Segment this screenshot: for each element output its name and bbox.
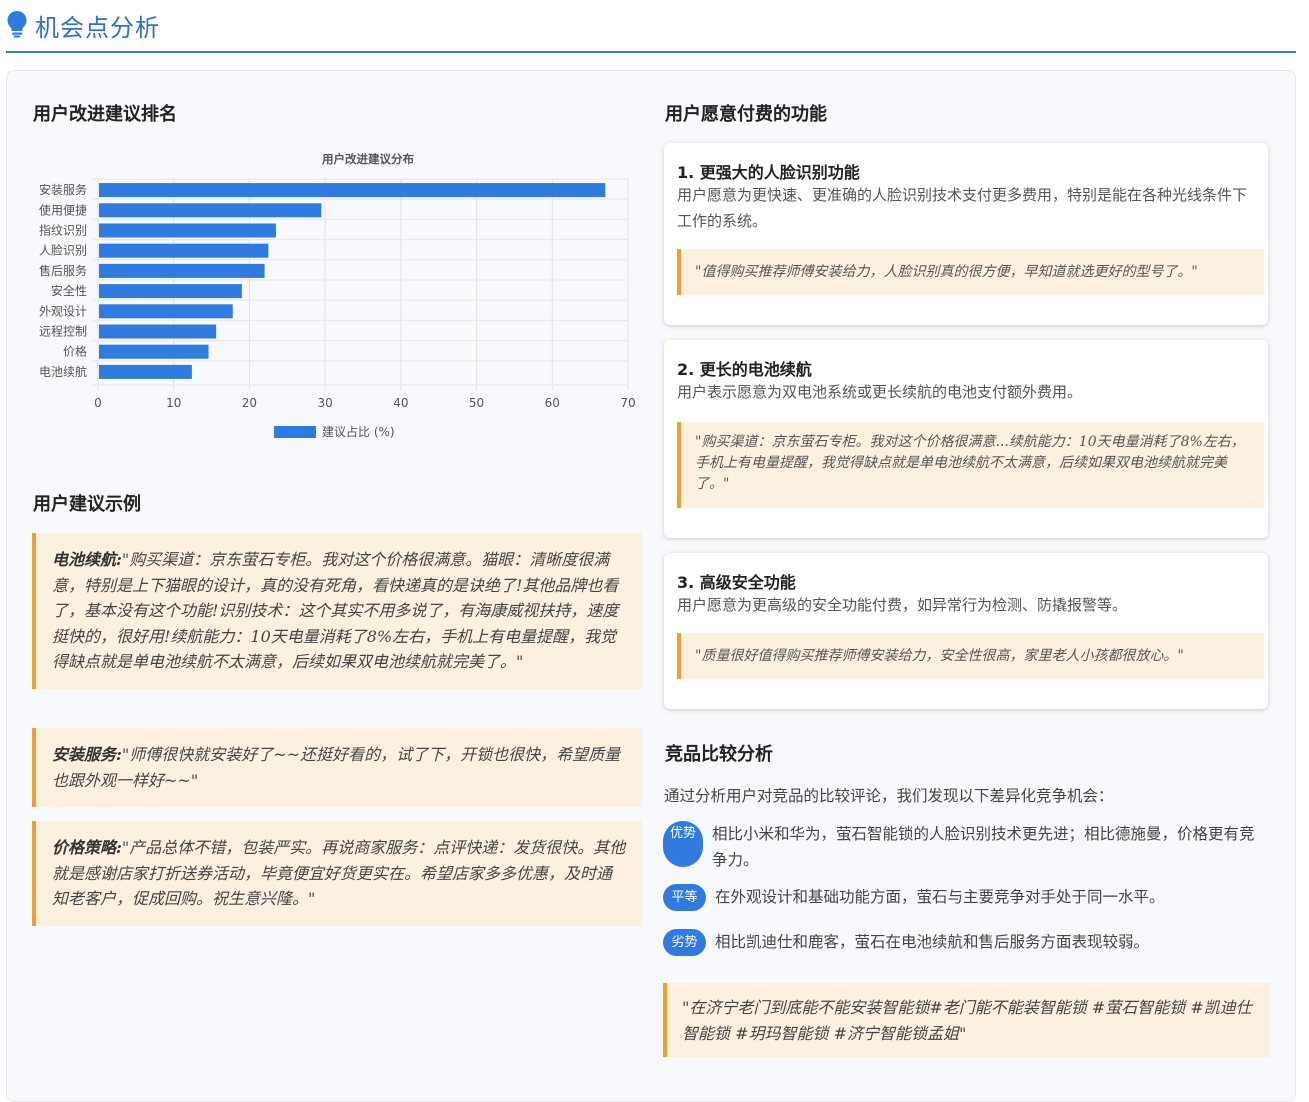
feature-desc: 用户愿意为更快速、更准确的人脸识别技术支付更多费用，特别是能在各种光线条件下工作…: [677, 186, 1248, 230]
feature-desc: 用户愿意为更高级的安全功能付费，如异常行为检测、防撬报警等。: [677, 596, 1128, 614]
feature-quote: "购买渠道：京东萤石专柜。我对这个价格很满意...续航能力：10天电量消耗了8%…: [677, 422, 1264, 508]
x-tick-label: 70: [620, 396, 635, 410]
legend-label: 建议占比 (%): [322, 424, 395, 439]
weakness-text: 相比凯迪仕和鹿客，萤石在电池续航和售后服务方面表现较弱。: [715, 933, 1150, 951]
weakness-badge: 劣势: [663, 929, 706, 956]
example-quote: 价格策略:"产品总体不错，包装严实。再说商家服务：点评快递：发货很快。其他就是感…: [32, 821, 642, 926]
chart-bar: [99, 284, 242, 299]
feature-quote: "值得购买推荐师傅安装给力，人脸识别真的很方便，早知道就选更好的型号了。": [677, 249, 1264, 295]
advantage-badge: 优势: [663, 821, 703, 867]
chart-bar: [99, 223, 276, 238]
ranking-title: 用户改进建议排名: [33, 104, 177, 125]
chart-bar: [99, 203, 322, 218]
parity-text: 在外观设计和基础功能方面，萤石与主要竞争对手处于同一水平。: [715, 888, 1165, 906]
chart-bar: [99, 243, 269, 258]
example-label: 电池续航:: [52, 550, 122, 569]
feature-name: 更长的电池续航: [699, 360, 812, 379]
feature-card: 1. 更强大的人脸识别功能 用户愿意为更快速、更准确的人脸识别技术支付更多费用，…: [664, 143, 1268, 325]
advantage-text: 相比小米和华为，萤石智能锁的人脸识别技术更先进；相比德施曼，价格更有竞争力。: [712, 825, 1255, 869]
example-quote: 电池续航:"购买渠道：京东萤石专柜。我对这个价格很满意。猫眼：清晰度很满意，特别…: [32, 533, 642, 689]
feature-name: 更强大的人脸识别功能: [699, 163, 860, 182]
y-tick-label: 售后服务: [39, 263, 87, 278]
example-text: "购买渠道：京东萤石专柜。我对这个价格很满意。猫眼：清晰度很满意，特别是上下猫眼…: [52, 550, 619, 671]
feature-card: 2. 更长的电池续航 用户表示愿意为双电池系统或更长续航的电池支付额外费用。 "…: [664, 340, 1268, 538]
y-tick-label: 安装服务: [39, 182, 87, 197]
x-tick-label: 0: [94, 396, 102, 410]
parity-badge: 平等: [663, 884, 706, 911]
feature-desc: 用户表示愿意为双电池系统或更长续航的电池支付额外费用。: [677, 383, 1083, 401]
competitor-intro: 通过分析用户对竞品的比较评论，我们发现以下差异化竞争机会：: [664, 787, 1114, 805]
chart-bar: [99, 304, 233, 319]
page-header: 机会点分析: [6, 0, 1296, 53]
y-tick-label: 指纹识别: [39, 223, 87, 238]
x-tick-label: 10: [166, 396, 181, 410]
x-tick-label: 20: [242, 396, 257, 410]
competitor-title: 竞品比较分析: [665, 744, 773, 765]
chart-bar: [99, 364, 192, 379]
y-tick-label: 电池续航: [39, 364, 87, 379]
y-tick-label: 远程控制: [39, 324, 87, 339]
y-tick-label: 使用便捷: [39, 202, 87, 217]
y-tick-label: 人脸识别: [39, 244, 87, 258]
feature-title: 3. 高级安全功能: [677, 569, 796, 593]
paid-features-title: 用户愿意付费的功能: [665, 104, 827, 125]
chart-bar: [99, 183, 606, 198]
feature-number: 1.: [677, 163, 695, 182]
x-tick-label: 30: [318, 396, 333, 410]
example-text: "师傅很快就安装好了~~还挺好看的，试了下，开锁也很快，希望质量也跟外观一样好~…: [52, 745, 621, 790]
chart-title: 用户改进建议分布: [321, 152, 414, 166]
improvement-chart: 用户改进建议分布 0 10 20 30 40 50 60 70 安装服务使用便捷指纹识别人脸识别售…: [39, 152, 636, 439]
chart-bar: [99, 324, 217, 339]
feature-card: 3. 高级安全功能 用户愿意为更高级的安全功能付费，如异常行为检测、防撬报警等。…: [664, 553, 1268, 709]
example-text: "产品总体不错，包装严实。再说商家服务：点评快递：发货很快。其他就是感谢店家打折…: [52, 838, 626, 908]
page-title: 机会点分析: [35, 14, 160, 42]
y-tick-label: 安全性: [51, 283, 87, 298]
x-tick-label: 40: [393, 396, 408, 410]
feature-number: 3.: [677, 573, 695, 592]
bottom-quote: "在济宁老门到底能不能安装智能锁#老门能不能装智能锁 #萤石智能锁 #凯迪仕智能…: [663, 983, 1270, 1057]
feature-name: 高级安全功能: [699, 573, 796, 592]
feature-title: 2. 更长的电池续航: [677, 356, 812, 380]
y-tick-label: 外观设计: [39, 304, 87, 318]
example-quote: 安装服务:"师傅很快就安装好了~~还挺好看的，试了下，开锁也很快，希望质量也跟外…: [32, 728, 642, 807]
feature-number: 2.: [677, 360, 695, 379]
y-tick-label: 价格: [63, 344, 87, 359]
x-tick-label: 50: [469, 396, 484, 410]
feature-title: 1. 更强大的人脸识别功能: [677, 159, 860, 183]
lightbulb-icon: [7, 11, 27, 38]
chart-bar: [99, 344, 209, 359]
example-label: 安装服务:: [52, 745, 122, 764]
chart-bar: [99, 263, 265, 278]
legend-swatch: [274, 426, 316, 438]
example-label: 价格策略:: [52, 838, 122, 857]
examples-title: 用户建议示例: [33, 494, 141, 515]
feature-quote: "质量很好值得购买推荐师傅安装给力，安全性很高，家里老人小孩都很放心。": [677, 633, 1264, 679]
x-tick-label: 60: [545, 396, 560, 410]
